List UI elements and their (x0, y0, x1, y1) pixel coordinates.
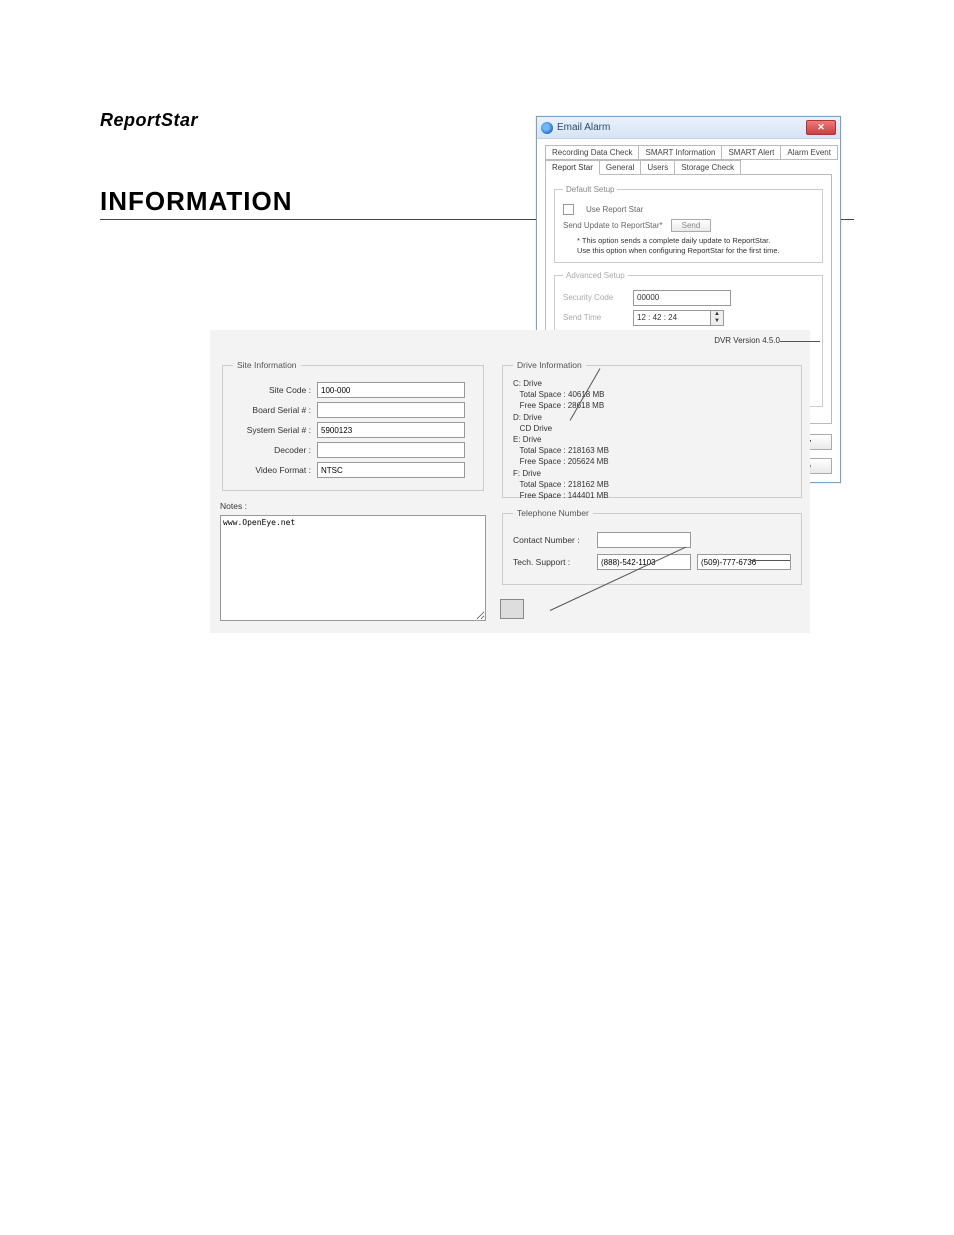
leader-line (750, 560, 790, 561)
site-information-group: Site Information Site Code : Board Seria… (222, 360, 484, 491)
decoder-label: Decoder : (233, 445, 311, 455)
video-format-input[interactable] (317, 462, 465, 478)
send-button[interactable]: Send (671, 219, 712, 232)
contact-number-label: Contact Number : (513, 535, 591, 545)
telephone-number-group: Telephone Number Contact Number : Tech. … (502, 508, 802, 585)
titlebar: Email Alarm ✕ (537, 117, 840, 139)
tech-support-input-1[interactable] (597, 554, 691, 570)
notes-label: Notes : (220, 501, 260, 511)
chevron-down-icon[interactable]: ▼ (711, 318, 723, 325)
drive-text: C: Drive Total Space : 40618 MB Free Spa… (513, 378, 791, 501)
tab-storage-check[interactable]: Storage Check (674, 160, 741, 175)
video-format-label: Video Format : (233, 465, 311, 475)
notes-textarea[interactable] (220, 515, 486, 621)
tech-support-label: Tech. Support : (513, 557, 591, 567)
tech-support-input-2[interactable] (697, 554, 791, 570)
keyboard-icon[interactable] (500, 599, 524, 619)
default-setup-group: Default Setup Use Report Star Send Updat… (554, 185, 823, 263)
site-code-input[interactable] (317, 382, 465, 398)
information-panel: DVR Version 4.5.0 Site Information Site … (210, 330, 810, 633)
tab-smart-alert[interactable]: SMART Alert (721, 145, 781, 160)
security-code-input[interactable] (633, 290, 731, 306)
default-setup-legend: Default Setup (563, 185, 617, 194)
tab-general[interactable]: General (599, 160, 641, 175)
security-code-label: Security Code (563, 293, 625, 302)
tab-users[interactable]: Users (640, 160, 675, 175)
board-serial-label: Board Serial # : (233, 405, 311, 415)
note-line-1: * This option sends a complete daily upd… (577, 236, 814, 246)
send-time-spinner[interactable]: ▲▼ (633, 310, 724, 326)
tab-recording-data-check[interactable]: Recording Data Check (545, 145, 639, 160)
tab-smart-information[interactable]: SMART Information (638, 145, 722, 160)
tab-report-star[interactable]: Report Star (545, 160, 600, 175)
drive-information-legend: Drive Information (513, 360, 586, 370)
telephone-number-legend: Telephone Number (513, 508, 593, 518)
system-serial-label: System Serial # : (233, 425, 311, 435)
chevron-up-icon[interactable]: ▲ (711, 311, 723, 318)
send-time-label: Send Time (563, 313, 625, 322)
note-line-2: Use this option when configuring ReportS… (577, 246, 814, 256)
send-update-label: Send Update to ReportStar* (563, 221, 663, 230)
advanced-setup-legend: Advanced Setup (563, 271, 628, 280)
dialog-title: Email Alarm (557, 122, 610, 133)
site-information-legend: Site Information (233, 360, 301, 370)
dvr-version: DVR Version 4.5.0 (714, 336, 780, 345)
decoder-input[interactable] (317, 442, 465, 458)
board-serial-input[interactable] (317, 402, 465, 418)
drive-information-group: Drive Information C: Drive Total Space :… (502, 360, 802, 498)
contact-number-input[interactable] (597, 532, 691, 548)
use-report-star-label: Use Report Star (586, 205, 643, 214)
close-icon[interactable]: ✕ (806, 120, 836, 135)
app-icon (541, 122, 553, 134)
tab-alarm-event[interactable]: Alarm Event (780, 145, 838, 160)
site-code-label: Site Code : (233, 385, 311, 395)
use-report-star-checkbox[interactable] (563, 204, 574, 215)
send-time-input[interactable] (633, 310, 711, 326)
system-serial-input[interactable] (317, 422, 465, 438)
